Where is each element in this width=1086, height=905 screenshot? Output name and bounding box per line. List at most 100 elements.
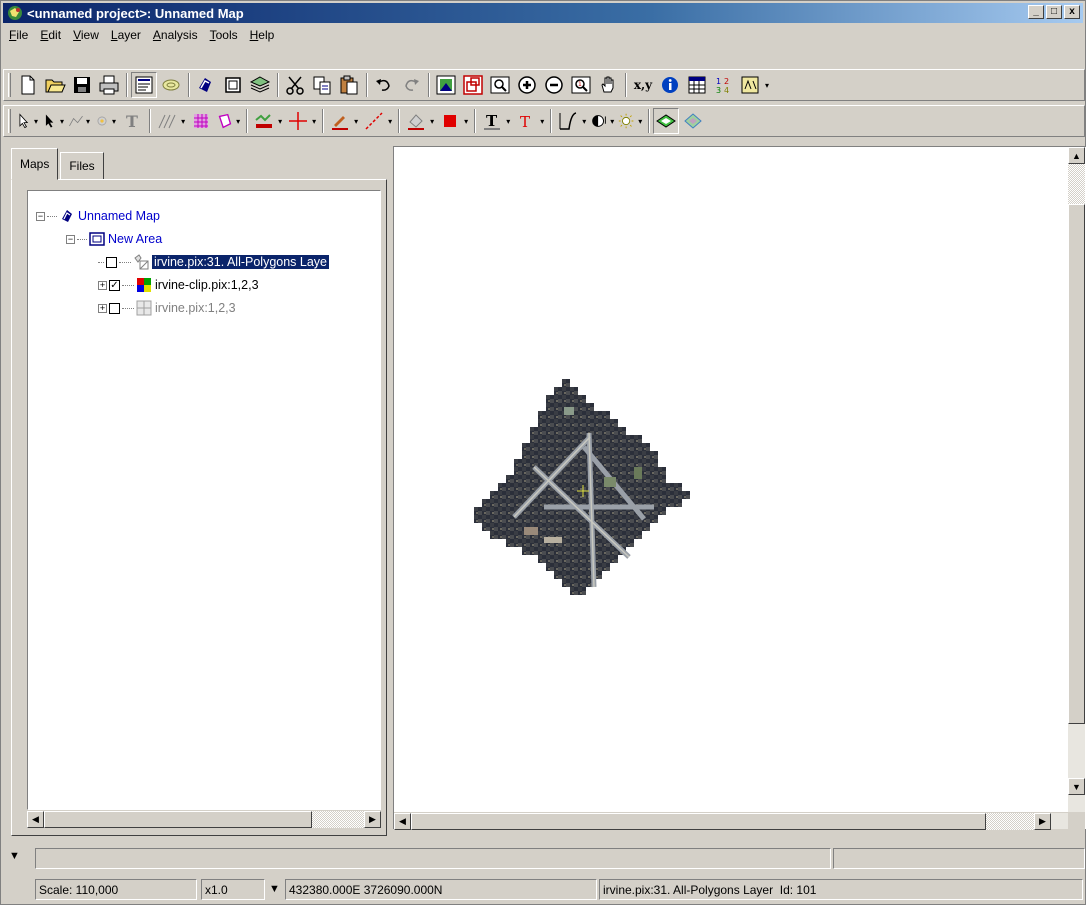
collapse-icon[interactable]: − — [66, 234, 75, 244]
scroll-thumb[interactable] — [44, 811, 312, 828]
tree-item-layer[interactable]: + ✓ irvine-clip.pix:1,2,3 — [98, 276, 259, 294]
map-hscrollbar[interactable]: ◀ ▶ — [394, 812, 1068, 830]
dropdown-icon[interactable]: ▾ — [464, 117, 468, 126]
dropdown-icon[interactable]: ▾ — [236, 117, 240, 126]
menu-analysis[interactable]: Analysis — [147, 28, 204, 42]
menu-file[interactable]: File — [3, 28, 34, 42]
legend-dropdown-icon[interactable]: ▾ — [765, 81, 769, 90]
pan-button[interactable] — [595, 72, 621, 98]
dropdown-icon[interactable]: ▾ — [540, 117, 544, 126]
visibility-alt-button[interactable] — [680, 108, 706, 134]
toolbar-grip[interactable] — [8, 109, 11, 133]
layers-button[interactable] — [158, 72, 184, 98]
print-button[interactable] — [96, 72, 122, 98]
layer-stack-button[interactable] — [247, 72, 273, 98]
close-button[interactable]: x — [1064, 5, 1080, 19]
scroll-track[interactable] — [312, 811, 364, 828]
dropdown-icon[interactable]: ▾ — [112, 117, 116, 126]
scroll-down-button[interactable]: ▼ — [1068, 778, 1085, 795]
cut-button[interactable] — [282, 72, 308, 98]
map-tree[interactable]: − Unnamed Map − New Area irvine.pix:31. … — [27, 190, 381, 810]
menu-edit[interactable]: Edit — [34, 28, 67, 42]
text-tool-button[interactable]: T — [119, 108, 145, 134]
menu-help[interactable]: Help — [244, 28, 281, 42]
zoom-extent-button[interactable] — [433, 72, 459, 98]
menu-tools[interactable]: Tools — [204, 28, 244, 42]
title-bar[interactable]: <unnamed project>: Unnamed Map _ □ x — [3, 3, 1083, 23]
open-button[interactable] — [42, 72, 68, 98]
dropdown-icon[interactable]: ▾ — [60, 117, 64, 126]
scroll-right-button[interactable]: ▶ — [364, 811, 381, 828]
collapse-icon[interactable]: − — [36, 211, 45, 221]
tab-maps[interactable]: Maps — [11, 148, 59, 180]
scroll-track[interactable] — [986, 813, 1034, 830]
point-button[interactable] — [93, 108, 111, 134]
minimize-button[interactable]: _ — [1028, 5, 1044, 19]
maximize-button[interactable]: □ — [1046, 5, 1062, 19]
visibility-button[interactable] — [653, 108, 680, 134]
map-view[interactable]: ▲ ▼ ◀ ▶ — [393, 146, 1086, 830]
properties-button[interactable] — [131, 72, 157, 98]
table-button[interactable] — [684, 72, 710, 98]
tree-hscrollbar[interactable]: ◀ ▶ — [27, 810, 381, 828]
zoom-out-button[interactable] — [541, 72, 567, 98]
scroll-thumb[interactable] — [1068, 204, 1085, 724]
layer-checkbox[interactable] — [106, 256, 117, 268]
dropdown-icon[interactable]: ▾ — [278, 117, 282, 126]
dropdown-icon[interactable]: ▾ — [181, 117, 185, 126]
dropdown-icon[interactable]: ▾ — [388, 117, 392, 126]
function-button[interactable] — [555, 108, 581, 134]
zoom-box-button[interactable] — [487, 72, 513, 98]
text-color-button[interactable]: T — [513, 108, 539, 134]
scroll-up-button[interactable]: ▲ — [1068, 147, 1085, 164]
expand-icon[interactable]: + — [98, 303, 107, 313]
legend-button[interactable] — [738, 72, 764, 98]
scroll-left-button[interactable]: ◀ — [27, 811, 44, 828]
menu-view[interactable]: View — [67, 28, 105, 42]
tree-item-area[interactable]: − New Area — [66, 230, 162, 248]
save-button[interactable] — [69, 72, 95, 98]
dropdown-icon[interactable]: ▾ — [638, 117, 642, 126]
tree-item-map[interactable]: − Unnamed Map — [36, 207, 160, 225]
coordinate-button[interactable]: x,y — [630, 72, 656, 98]
redo-button[interactable] — [398, 72, 424, 98]
map-button[interactable] — [193, 72, 219, 98]
strip-toggle-icon[interactable]: ▼ — [9, 850, 20, 862]
map-vscrollbar[interactable]: ▲ ▼ — [1068, 147, 1085, 812]
dropdown-icon[interactable]: ▾ — [86, 117, 90, 126]
crosshair-button[interactable] — [285, 108, 311, 134]
map-canvas[interactable] — [394, 147, 1068, 812]
numbers-button[interactable]: 1234 — [711, 72, 737, 98]
area-button[interactable] — [220, 72, 246, 98]
dropdown-icon[interactable]: ▾ — [34, 117, 38, 126]
dropdown-icon[interactable]: ▾ — [312, 117, 316, 126]
pen-button[interactable] — [154, 108, 180, 134]
scroll-left-button[interactable]: ◀ — [394, 813, 411, 830]
dropdown-icon[interactable]: ▾ — [610, 117, 614, 126]
new-button[interactable] — [15, 72, 41, 98]
tree-item-layer[interactable]: irvine.pix:31. All-Polygons Laye — [98, 253, 330, 271]
menu-layer[interactable]: Layer — [105, 28, 147, 42]
polygon-button[interactable] — [215, 108, 235, 134]
scroll-track[interactable] — [1068, 164, 1085, 204]
dropdown-icon[interactable]: ▾ — [430, 117, 434, 126]
scroll-thumb[interactable] — [411, 813, 986, 830]
zoom-select-button[interactable] — [460, 72, 486, 98]
dropdown-icon[interactable]: ▾ — [354, 117, 358, 126]
pointer-button[interactable] — [41, 108, 59, 134]
paste-button[interactable] — [336, 72, 362, 98]
layer-checkbox[interactable]: ✓ — [109, 279, 120, 291]
layer-checkbox[interactable] — [109, 302, 120, 314]
fill-button[interactable] — [251, 108, 277, 134]
eraser-button[interactable] — [403, 108, 429, 134]
grid-button[interactable] — [188, 108, 214, 134]
dropdown-icon[interactable]: ▾ — [582, 117, 586, 126]
pencil-button[interactable] — [327, 108, 353, 134]
undo-button[interactable] — [371, 72, 397, 98]
text-style-button[interactable]: T — [479, 108, 505, 134]
line-edit-button[interactable] — [67, 108, 85, 134]
toolbar-grip[interactable] — [8, 73, 11, 97]
zoom-in-button[interactable] — [514, 72, 540, 98]
zoom-1-button[interactable]: 1 — [568, 72, 594, 98]
select-arrow-button[interactable] — [15, 108, 33, 134]
